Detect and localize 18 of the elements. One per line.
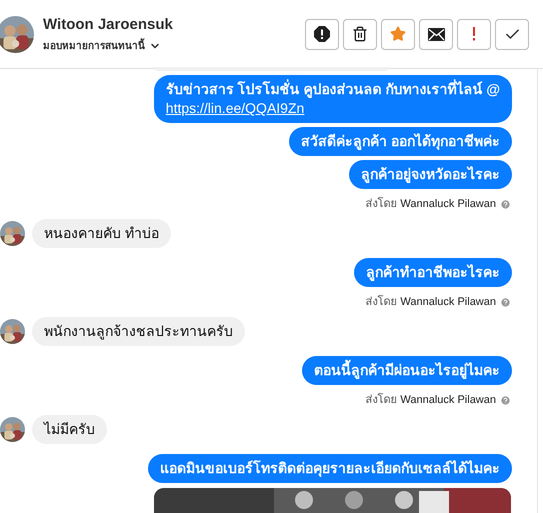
- message-bubble: พนักงานลูกจ้างชลประทานครับ: [32, 317, 245, 346]
- message-bubble: รับข่าวสาร โปรโมชั่น คูปองส่วนลด กับทางเราที่ไลน์ @ https://lin.ee/QQAI9Zn: [154, 75, 512, 123]
- sent-by-label: ส่งโดย: [365, 295, 396, 309]
- sent-by-label: ส่งโดย: [365, 393, 396, 407]
- sender-name: Wannaluck Pilawan: [400, 197, 496, 211]
- message-bubble: ลูกค้าทำอาชีพอะไรคะ: [354, 258, 512, 287]
- assign-dropdown[interactable]: มอบหมายการสนทนานี้: [43, 38, 173, 54]
- sender-name: Wannaluck Pilawan: [400, 295, 496, 309]
- message-bubble: ลูกค้าอยู่จงหวัดอะไรคะ: [349, 160, 512, 189]
- message-bubble: ไม่มีครับ: [32, 415, 107, 444]
- sender-name: Wannaluck Pilawan: [400, 393, 496, 407]
- message-bubble: แอดมินขอเบอร์โทรติดต่อคุยรายละเอียดกับเซลล์ได้ไมคะ: [148, 454, 512, 483]
- contact-name: Witoon Jaroensuk: [43, 15, 173, 36]
- message-bubble: ตอนนี้ลูกค้ามีผ่อนอะไรอยู่ไมคะ: [302, 356, 512, 385]
- link[interactable]: https://lin.ee/QQAI9Zn: [166, 100, 304, 116]
- sent-by-label: ส่งโดย: [365, 197, 396, 211]
- message-bubble: สวัสดีค่ะลูกค้า ออกได้ทุกอาชีพค่ะ: [289, 127, 512, 156]
- message-bubble: หนองคายคับ ทำบ่อ: [32, 219, 171, 248]
